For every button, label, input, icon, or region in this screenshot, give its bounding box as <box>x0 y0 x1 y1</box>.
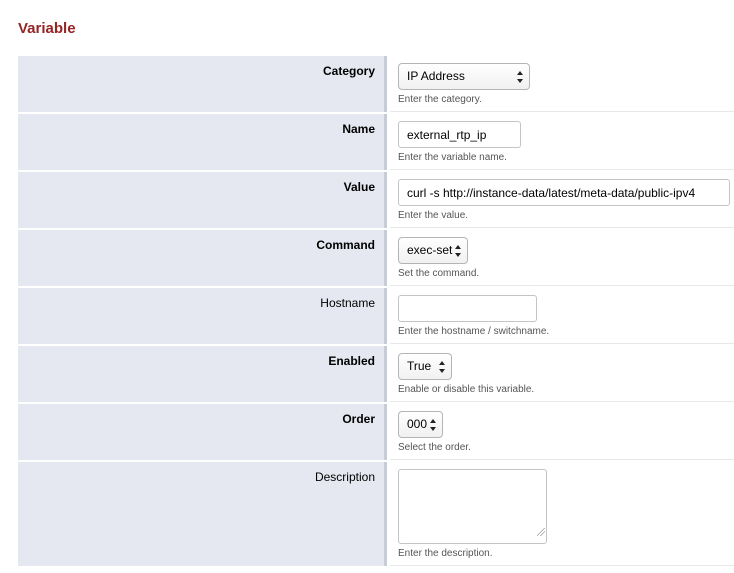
form-row-order: Order 000 Select the order. <box>18 404 734 460</box>
label-cell: Name <box>18 114 387 170</box>
label-cell: Hostname <box>18 288 387 344</box>
page-title: Variable <box>18 20 76 37</box>
field-cell: Enter the variable name. <box>390 114 734 170</box>
category-hint: Enter the category. <box>398 94 482 105</box>
field-cell: Enter the hostname / switchname. <box>390 288 734 344</box>
name-input[interactable] <box>398 121 521 148</box>
form-row-category: Category IP Address Enter the category. <box>18 56 734 112</box>
select-arrows-icon <box>455 245 462 257</box>
command-label: Command <box>316 238 375 252</box>
form-row-description: Description Enter the description. <box>18 462 734 566</box>
field-cell: Enter the description. <box>390 462 734 566</box>
description-label: Description <box>314 470 375 484</box>
value-label: Value <box>343 180 375 194</box>
hostname-label: Hostname <box>320 296 375 310</box>
value-hint: Enter the value. <box>398 210 469 221</box>
order-select-value: 000 <box>407 417 428 431</box>
select-arrows-icon <box>430 419 437 431</box>
field-cell: True Enable or disable this variable. <box>390 346 734 402</box>
hostname-input[interactable] <box>398 295 537 322</box>
form-row-value: Value Enter the value. <box>18 172 734 228</box>
label-cell: Category <box>18 56 387 112</box>
enabled-select-value: True <box>407 359 432 373</box>
name-label: Name <box>342 122 375 136</box>
variable-form: Category IP Address Enter the category. … <box>18 56 734 568</box>
order-hint: Select the order. <box>398 442 471 453</box>
label-cell: Description <box>18 462 387 566</box>
enabled-label: Enabled <box>328 354 375 368</box>
description-textarea[interactable] <box>398 469 547 544</box>
label-cell: Command <box>18 230 387 286</box>
form-row-enabled: Enabled True Enable or disable this vari… <box>18 346 734 402</box>
description-hint: Enter the description. <box>398 548 493 559</box>
name-hint: Enter the variable name. <box>398 152 507 163</box>
label-cell: Order <box>18 404 387 460</box>
enabled-select[interactable]: True <box>398 353 452 380</box>
label-cell: Enabled <box>18 346 387 402</box>
hostname-hint: Enter the hostname / switchname. <box>398 326 550 337</box>
field-cell: 000 Select the order. <box>390 404 734 460</box>
field-cell: exec-set Set the command. <box>390 230 734 286</box>
form-row-command: Command exec-set Set the command. <box>18 230 734 286</box>
command-hint: Set the command. <box>398 268 480 279</box>
form-row-name: Name Enter the variable name. <box>18 114 734 170</box>
category-select[interactable]: IP Address <box>398 63 530 90</box>
enabled-hint: Enable or disable this variable. <box>398 384 535 395</box>
order-label: Order <box>342 412 375 426</box>
order-select[interactable]: 000 <box>398 411 443 438</box>
field-cell: Enter the value. <box>390 172 734 228</box>
command-select-value: exec-set <box>407 243 453 257</box>
label-cell: Value <box>18 172 387 228</box>
field-cell: IP Address Enter the category. <box>390 56 734 112</box>
select-arrows-icon <box>439 361 446 373</box>
command-select[interactable]: exec-set <box>398 237 468 264</box>
category-label: Category <box>322 64 375 78</box>
category-select-value: IP Address <box>407 69 465 83</box>
value-input[interactable] <box>398 179 730 206</box>
resize-grip-icon[interactable] <box>537 528 545 536</box>
select-arrows-icon <box>517 71 524 83</box>
form-row-hostname: Hostname Enter the hostname / switchname… <box>18 288 734 344</box>
